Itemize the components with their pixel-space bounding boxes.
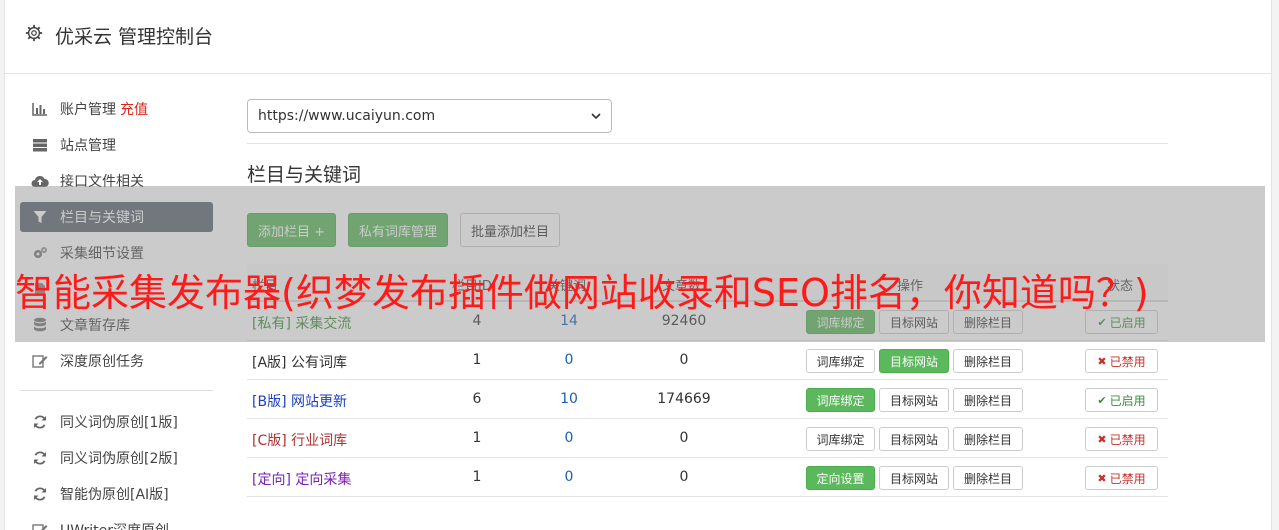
article-count: 0 <box>679 469 689 485</box>
article-count: 174669 <box>657 391 711 407</box>
keyword-count[interactable]: 0 <box>552 430 586 446</box>
table-row: [定向] 定向采集 1 0 0 定向设置 目标网站 删除栏目 ✖ 已禁用 <box>247 458 1168 497</box>
sidebar-item-synonym-v2[interactable]: 同义词伪原创[2版] <box>20 443 213 473</box>
table-row: [B版] 网站更新 6 10 174669 词库绑定 目标网站 删除栏目 ✔ 已启用 <box>247 380 1168 419</box>
table-row: [C版] 行业词库 1 0 0 词库绑定 目标网站 删除栏目 ✖ 已禁用 <box>247 419 1168 458</box>
bar-chart-icon <box>30 101 50 117</box>
column-title: 定向采集 <box>295 472 352 488</box>
sidebar-item-synonym-v1[interactable]: 同义词伪原创[1版] <box>20 407 213 437</box>
column-name[interactable]: [定向] 定向采集 <box>252 469 351 489</box>
sidebar-item-label: 站点管理 <box>60 138 116 154</box>
divider <box>247 143 1168 144</box>
close-icon: ✖ <box>1097 471 1107 485</box>
keyword-count[interactable]: 0 <box>552 469 586 485</box>
status-label: 已禁用 <box>1109 354 1146 369</box>
site-select[interactable]: https://www.ucaiyun.com <box>247 99 612 133</box>
status-label: 已禁用 <box>1109 432 1146 447</box>
status-label: 已启用 <box>1109 393 1146 408</box>
sidebar-item-label: 同义词伪原创[1版] <box>60 415 178 431</box>
table-row: [A版] 公有词库 1 0 0 词库绑定 目标网站 删除栏目 ✖ 已禁用 <box>247 341 1168 380</box>
status-toggle[interactable]: ✖ 已禁用 <box>1085 349 1158 373</box>
sidebar-item-label: 智能伪原创[AI版] <box>60 487 169 503</box>
sidebar-item-deep-original[interactable]: 深度原创任务 <box>20 346 213 376</box>
edit-icon <box>30 522 50 530</box>
column-name[interactable]: [B版] 网站更新 <box>252 391 347 411</box>
keyword-count[interactable]: 0 <box>552 352 586 368</box>
sidebar-item-ai-rewrite[interactable]: 智能伪原创[AI版] <box>20 479 213 509</box>
status-toggle[interactable]: ✔ 已启用 <box>1085 388 1158 412</box>
target-site-button[interactable]: 目标网站 <box>879 466 949 490</box>
target-site-button[interactable]: 目标网站 <box>879 427 949 451</box>
column-name[interactable]: [A版] 公有词库 <box>252 352 347 372</box>
server-icon <box>30 137 50 153</box>
sidebar-item-label: UWriter深度原创 <box>60 520 169 530</box>
article-count: 0 <box>679 352 689 368</box>
refresh-icon <box>30 414 50 430</box>
edit-icon <box>30 353 50 369</box>
site-select-value: https://www.ucaiyun.com <box>258 108 436 124</box>
banner-headline: 智能采集发布器(织梦发布插件做网站收录和SEO排名，你知道吗？) <box>15 271 1149 315</box>
delete-column-button[interactable]: 删除栏目 <box>953 427 1023 451</box>
column-id: 1 <box>472 469 482 485</box>
status-toggle[interactable]: ✖ 已禁用 <box>1085 427 1158 451</box>
gear-icon <box>25 24 43 42</box>
delete-column-button[interactable]: 删除栏目 <box>953 349 1023 373</box>
column-tag: [A版] <box>252 355 287 371</box>
refresh-icon <box>30 486 50 502</box>
keyword-count[interactable]: 10 <box>552 391 586 407</box>
column-tag: [C版] <box>252 433 287 449</box>
status-label: 已禁用 <box>1109 471 1146 486</box>
column-tag: [B版] <box>252 394 287 410</box>
sidebar-item-label: 同义词伪原创[2版] <box>60 451 178 467</box>
bind-dict-button[interactable]: 词库绑定 <box>806 427 875 451</box>
bind-dict-button[interactable]: 定向设置 <box>806 466 875 490</box>
delete-column-button[interactable]: 删除栏目 <box>953 466 1023 490</box>
close-icon: ✖ <box>1097 354 1107 368</box>
bind-dict-button[interactable]: 词库绑定 <box>806 388 875 412</box>
status-toggle[interactable]: ✖ 已禁用 <box>1085 466 1158 490</box>
target-site-button[interactable]: 目标网站 <box>879 349 949 373</box>
close-icon: ✖ <box>1097 432 1107 446</box>
column-name[interactable]: [C版] 行业词库 <box>252 430 347 450</box>
sidebar-item-label: 深度原创任务 <box>60 354 144 370</box>
bind-dict-button[interactable]: 词库绑定 <box>806 349 875 373</box>
check-icon: ✔ <box>1097 393 1107 407</box>
recharge-link[interactable]: 充值 <box>120 99 148 119</box>
sidebar-item-label: 账户管理 <box>60 102 116 118</box>
sidebar-item-account[interactable]: 账户管理 充值 <box>20 94 213 124</box>
column-title: 网站更新 <box>290 394 347 410</box>
column-id: 1 <box>472 430 482 446</box>
sidebar-item-sites[interactable]: 站点管理 <box>20 130 213 160</box>
column-id: 6 <box>472 391 482 407</box>
chevron-down-icon <box>591 113 601 120</box>
column-title: 公有词库 <box>290 355 347 371</box>
target-site-button[interactable]: 目标网站 <box>879 388 949 412</box>
column-title: 行业词库 <box>291 433 348 449</box>
article-count: 0 <box>679 430 689 446</box>
app-title: 优采云 管理控制台 <box>55 26 214 48</box>
sidebar-item-uwriter[interactable]: UWriter深度原创 <box>20 515 213 530</box>
top-bar: 优采云 管理控制台 <box>5 0 1271 74</box>
section-title: 栏目与关键词 <box>247 164 362 186</box>
column-id: 1 <box>472 352 482 368</box>
column-tag: [定向] <box>252 472 291 488</box>
refresh-icon <box>30 450 50 466</box>
banner-overlay <box>15 186 1265 342</box>
delete-column-button[interactable]: 删除栏目 <box>953 388 1023 412</box>
sidebar-divider <box>20 390 213 391</box>
